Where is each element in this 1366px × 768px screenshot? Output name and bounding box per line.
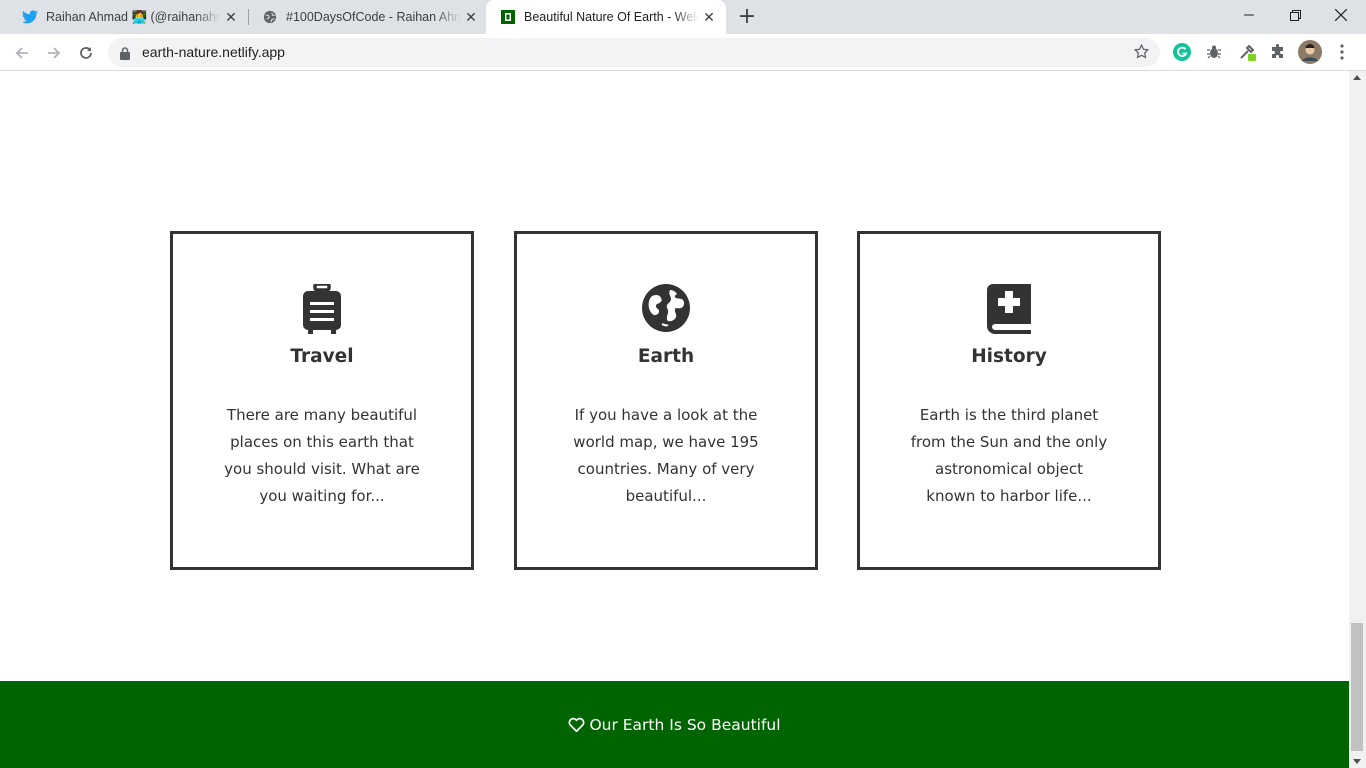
heart-icon bbox=[568, 717, 585, 732]
minimize-button[interactable] bbox=[1226, 0, 1272, 30]
tab-twitter[interactable]: Raihan Ahmad 👩‍💻 (@raihanahmad ✕ bbox=[8, 0, 248, 34]
browser-menu-icon[interactable] bbox=[1332, 42, 1352, 62]
tab-title: #100DaysOfCode - Raihan Ahmad bbox=[286, 10, 461, 24]
globe-icon bbox=[517, 284, 815, 334]
card-text: There are many beautiful places on this … bbox=[224, 406, 420, 505]
tab-title: Raihan Ahmad 👩‍💻 (@raihanahmad bbox=[46, 9, 221, 24]
grammarly-icon[interactable] bbox=[1172, 42, 1192, 62]
card-title: Earth bbox=[637, 346, 695, 367]
tab-100days[interactable]: #100DaysOfCode - Raihan Ahmad ✕ bbox=[248, 0, 488, 34]
new-tab-button[interactable]: + bbox=[737, 6, 757, 28]
card-earth[interactable]: Earth If you have a look at the world ma… bbox=[514, 231, 818, 570]
close-icon[interactable]: ✕ bbox=[464, 10, 478, 24]
card-title: Travel bbox=[290, 346, 354, 367]
card-text: If you have a look at the world map, we … bbox=[573, 406, 759, 505]
page-viewport: Travel There are many beautiful places o… bbox=[0, 71, 1349, 768]
reload-button[interactable] bbox=[73, 40, 99, 66]
url-text[interactable]: earth-nature.netlify.app bbox=[142, 44, 285, 60]
medical-book-icon bbox=[860, 284, 1158, 334]
restore-button[interactable] bbox=[1272, 0, 1318, 30]
scroll-down-arrow[interactable] bbox=[1353, 759, 1361, 764]
profile-avatar[interactable] bbox=[1298, 40, 1322, 64]
close-icon[interactable]: ✕ bbox=[702, 10, 716, 24]
close-icon[interactable]: ✕ bbox=[224, 10, 238, 24]
lock-icon[interactable] bbox=[120, 45, 130, 64]
card-history[interactable]: History Earth is the third planet from t… bbox=[857, 231, 1161, 570]
browser-toolbar: earth-nature.netlify.app bbox=[0, 34, 1366, 71]
forward-button[interactable] bbox=[41, 40, 67, 66]
color-picker-icon[interactable] bbox=[1237, 42, 1257, 62]
scroll-up-arrow[interactable] bbox=[1353, 75, 1361, 80]
card-travel[interactable]: Travel There are many beautiful places o… bbox=[170, 231, 474, 570]
card-text: Earth is the third planet from the Sun a… bbox=[910, 406, 1108, 505]
back-button[interactable] bbox=[9, 40, 35, 66]
extensions-puzzle-icon[interactable] bbox=[1268, 42, 1288, 62]
page-scrollbar[interactable] bbox=[1349, 71, 1366, 768]
address-bar[interactable]: earth-nature.netlify.app bbox=[108, 38, 1160, 67]
scrollbar-thumb[interactable] bbox=[1351, 623, 1363, 751]
card-title: History bbox=[971, 346, 1047, 367]
suitcase-icon bbox=[173, 284, 471, 334]
footer: Our Earth Is So Beautiful bbox=[0, 681, 1349, 768]
twitter-icon bbox=[22, 9, 38, 25]
tab-strip: Raihan Ahmad 👩‍💻 (@raihanahmad ✕ #100Day… bbox=[0, 0, 1366, 34]
bookmark-star-icon[interactable] bbox=[1133, 43, 1150, 64]
globe-icon bbox=[262, 9, 278, 25]
close-window-button[interactable] bbox=[1318, 0, 1364, 30]
tab-title: Beautiful Nature Of Earth - Welcome bbox=[524, 10, 699, 24]
tab-earth-nature[interactable]: Beautiful Nature Of Earth - Welcome ✕ bbox=[486, 0, 726, 34]
footer-text: Our Earth Is So Beautiful bbox=[589, 715, 781, 734]
site-icon bbox=[500, 9, 516, 25]
bug-icon[interactable] bbox=[1204, 42, 1224, 62]
